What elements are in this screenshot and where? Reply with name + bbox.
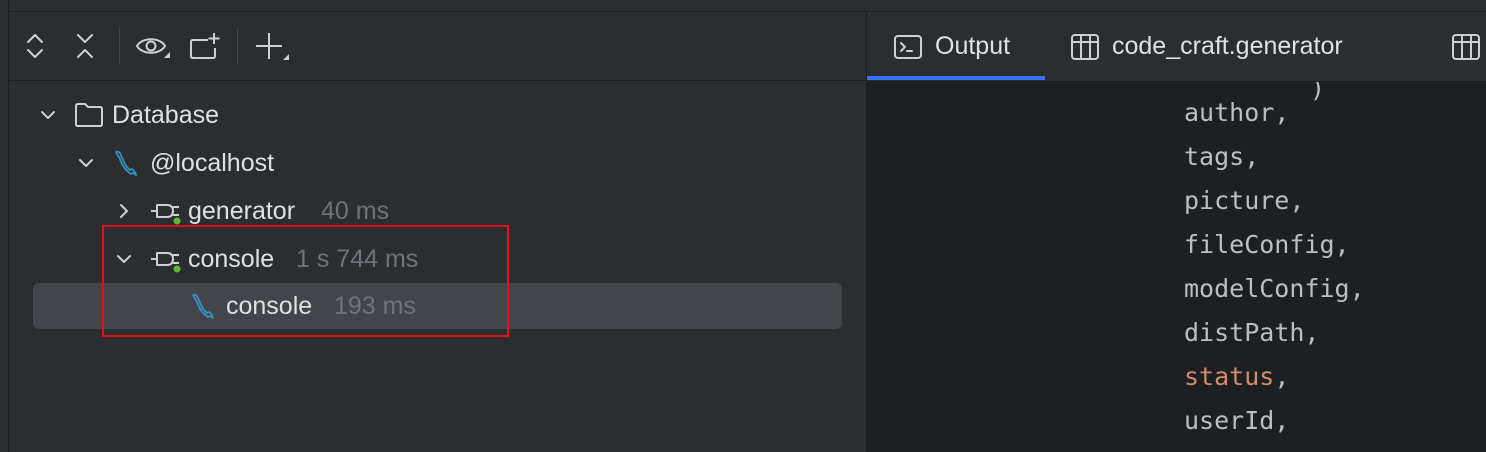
code-line: status, [1184, 362, 1289, 391]
code-line: fileConfig, [1184, 230, 1350, 259]
expand-all-icon [27, 34, 43, 58]
annotation-highlight-box [102, 225, 509, 337]
tab-output[interactable]: Output [893, 12, 1010, 81]
collapse-all-icon [77, 34, 93, 58]
code-punctuation: , [1274, 362, 1290, 391]
code-line: userId, [1184, 406, 1290, 435]
active-tab-indicator [867, 76, 1045, 80]
add-button[interactable] [251, 26, 291, 66]
table-icon [1451, 32, 1481, 62]
folder-icon [73, 99, 105, 131]
code-line: picture, [1184, 186, 1305, 215]
results-panel: Output code_craft.generator ) author, ta… [867, 12, 1486, 452]
collapse-all-button[interactable] [65, 26, 105, 66]
connection-plug-icon [149, 195, 181, 227]
view-options-button[interactable] [133, 26, 173, 66]
terminal-icon [893, 32, 923, 62]
chevron-down-icon[interactable] [36, 103, 60, 127]
mysql-dolphin-icon [111, 147, 143, 179]
code-line: distPath, [1184, 318, 1320, 347]
top-strip [0, 0, 1486, 12]
tree-node-localhost[interactable]: @localhost [9, 140, 866, 186]
database-explorer-panel: Database @localhost generator 40 ms cons… [9, 12, 866, 452]
new-session-button[interactable] [185, 26, 225, 66]
tree-node-label: generator [188, 196, 296, 225]
database-tool-window: Database @localhost generator 40 ms cons… [0, 0, 1486, 452]
code-line: author, [1184, 98, 1290, 127]
tab-code-craft-generator[interactable]: code_craft.generator [1070, 12, 1343, 81]
tree-node-label: @localhost [150, 148, 275, 177]
expand-all-button[interactable] [15, 26, 55, 66]
tree-node-label: Database [112, 100, 220, 129]
toolbar-separator [237, 28, 238, 64]
tab-label: Output [935, 32, 1011, 60]
chevron-right-icon[interactable] [112, 199, 136, 223]
left-edge [0, 0, 9, 452]
eye-icon [135, 38, 170, 58]
output-code-view[interactable]: ) author, tags, picture, fileConfig, mod… [867, 82, 1486, 452]
toolbar-separator [119, 28, 120, 64]
new-console-icon [190, 33, 220, 59]
execution-time: 40 ms [321, 196, 390, 225]
tree-node-database[interactable]: Database [9, 92, 866, 138]
tab-label: code_craft.generator [1112, 32, 1343, 60]
explorer-toolbar [9, 12, 866, 81]
table-icon [1070, 32, 1100, 62]
chevron-down-icon[interactable] [74, 151, 98, 175]
code-line: tags, [1184, 142, 1260, 171]
keyword-token: status [1184, 362, 1275, 391]
tab-table-overflow[interactable] [1451, 12, 1486, 81]
code-line: modelConfig, [1184, 274, 1365, 303]
results-tab-bar: Output code_craft.generator [867, 12, 1486, 82]
plus-icon [256, 33, 289, 60]
